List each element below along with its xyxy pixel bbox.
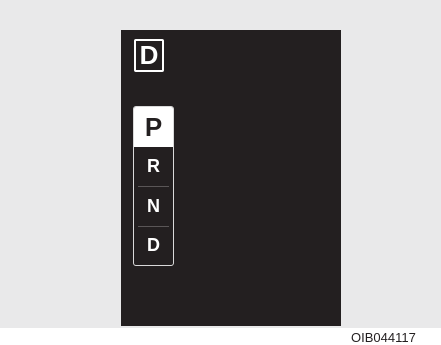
gear-r: R — [147, 156, 160, 176]
image-code: OIB044117 — [351, 330, 416, 345]
gear-position-list: P R N D — [133, 106, 174, 266]
gear-n: N — [147, 196, 160, 216]
gear-d: D — [147, 235, 160, 255]
gear-display-panel: D P R N D — [121, 30, 341, 326]
figure-frame: D P R N D — [0, 0, 441, 328]
current-gear-indicator: D — [134, 39, 164, 72]
gear-p: P — [134, 107, 173, 147]
